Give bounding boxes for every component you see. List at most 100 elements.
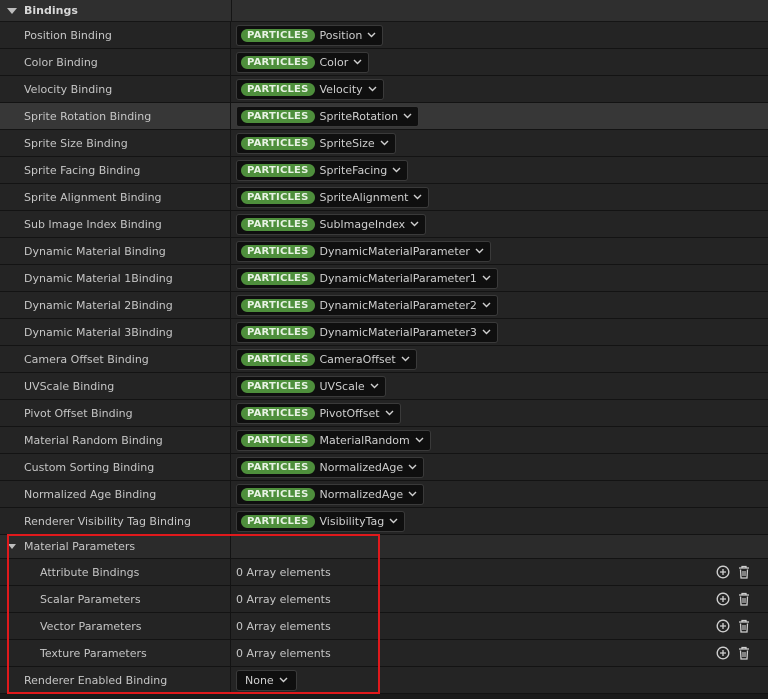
trash-icon[interactable] bbox=[738, 592, 750, 606]
binding-dropdown[interactable]: PARTICLES Velocity bbox=[236, 78, 384, 100]
namespace-badge: PARTICLES bbox=[241, 271, 315, 285]
chevron-down-icon bbox=[370, 383, 379, 389]
triangle-down-icon[interactable] bbox=[0, 544, 24, 549]
binding-label: Dynamic Material Binding bbox=[0, 238, 231, 264]
triangle-down-icon[interactable] bbox=[0, 7, 24, 14]
binding-value: NormalizedAge bbox=[319, 487, 404, 501]
binding-label: Velocity Binding bbox=[0, 76, 231, 102]
renderer-enabled-dropdown[interactable]: None bbox=[236, 669, 297, 691]
namespace-badge: PARTICLES bbox=[241, 433, 315, 447]
array-count: 0 Array elements bbox=[236, 619, 331, 633]
namespace-badge: PARTICLES bbox=[241, 163, 315, 177]
binding-row: Sprite Facing Binding PARTICLES SpriteFaci… bbox=[0, 157, 768, 184]
plus-circle-icon[interactable] bbox=[716, 592, 730, 606]
plus-circle-icon[interactable] bbox=[716, 619, 730, 633]
chevron-down-icon bbox=[482, 329, 491, 335]
namespace-badge: PARTICLES bbox=[241, 406, 315, 420]
binding-label: Normalized Age Binding bbox=[0, 481, 231, 507]
plus-circle-icon[interactable] bbox=[716, 565, 730, 579]
binding-dropdown[interactable]: PARTICLES VisibilityTag bbox=[236, 510, 406, 532]
array-count: 0 Array elements bbox=[236, 565, 331, 579]
binding-value: DynamicMaterialParameter bbox=[319, 244, 470, 258]
binding-label: Sprite Rotation Binding bbox=[0, 103, 231, 129]
binding-dropdown[interactable]: PARTICLES SubImageIndex bbox=[236, 213, 427, 235]
binding-row: Velocity Binding PARTICLES Velocity bbox=[0, 76, 768, 103]
namespace-badge: PARTICLES bbox=[241, 460, 315, 474]
chevron-down-icon bbox=[408, 491, 417, 497]
binding-value: Velocity bbox=[319, 82, 363, 96]
material-parameters-header[interactable]: Material Parameters bbox=[0, 535, 768, 559]
namespace-badge: PARTICLES bbox=[241, 82, 315, 96]
binding-rows: Position Binding PARTICLES Position Color B… bbox=[0, 22, 768, 535]
array-count: 0 Array elements bbox=[236, 592, 331, 606]
binding-dropdown[interactable]: PARTICLES CameraOffset bbox=[236, 348, 417, 370]
binding-label: Position Binding bbox=[0, 22, 231, 48]
binding-row: Sprite Rotation Binding PARTICLES SpriteRo… bbox=[0, 103, 768, 130]
binding-value: SpriteAlignment bbox=[319, 190, 409, 204]
trash-icon[interactable] bbox=[738, 646, 750, 660]
chevron-down-icon bbox=[482, 275, 491, 281]
binding-dropdown[interactable]: PARTICLES DynamicMaterialParameter3 bbox=[236, 321, 498, 343]
binding-dropdown[interactable]: PARTICLES Color bbox=[236, 51, 370, 73]
trash-icon[interactable] bbox=[738, 565, 750, 579]
binding-label: Sprite Alignment Binding bbox=[0, 184, 231, 210]
material-parameters-label: Material Parameters bbox=[24, 540, 136, 553]
binding-dropdown[interactable]: PARTICLES SpriteAlignment bbox=[236, 186, 430, 208]
chevron-down-icon bbox=[401, 356, 410, 362]
namespace-badge: PARTICLES bbox=[241, 136, 315, 150]
chevron-down-icon bbox=[279, 677, 288, 683]
material-parameter-row: Attribute Bindings 0 Array elements bbox=[0, 559, 768, 586]
material-parameter-row: Texture Parameters 0 Array elements bbox=[0, 640, 768, 667]
binding-dropdown[interactable]: PARTICLES DynamicMaterialParameter1 bbox=[236, 267, 498, 289]
binding-label: Dynamic Material 3Binding bbox=[0, 319, 231, 345]
chevron-down-icon bbox=[380, 140, 389, 146]
binding-value: MaterialRandom bbox=[319, 433, 410, 447]
binding-value: SubImageIndex bbox=[319, 217, 406, 231]
chevron-down-icon bbox=[408, 464, 417, 470]
chevron-down-icon bbox=[403, 113, 412, 119]
binding-dropdown[interactable]: PARTICLES DynamicMaterialParameter2 bbox=[236, 294, 498, 316]
binding-value: VisibilityTag bbox=[319, 514, 385, 528]
chevron-down-icon bbox=[413, 194, 422, 200]
binding-value: SpriteRotation bbox=[319, 109, 399, 123]
binding-row: Sprite Alignment Binding PARTICLES SpriteA… bbox=[0, 184, 768, 211]
binding-dropdown[interactable]: PARTICLES DynamicMaterialParameter bbox=[236, 240, 491, 262]
namespace-badge: PARTICLES bbox=[241, 244, 315, 258]
namespace-badge: PARTICLES bbox=[241, 109, 315, 123]
namespace-badge: PARTICLES bbox=[241, 514, 315, 528]
material-parameter-label: Attribute Bindings bbox=[0, 559, 231, 585]
binding-label: Color Binding bbox=[0, 49, 231, 75]
material-parameter-rows: Attribute Bindings 0 Array elements Scalar… bbox=[0, 559, 768, 667]
trash-icon[interactable] bbox=[738, 619, 750, 633]
material-parameter-label: Texture Parameters bbox=[0, 640, 231, 666]
material-parameter-label: Scalar Parameters bbox=[0, 586, 231, 612]
binding-row: Sub Image Index Binding PARTICLES SubImage… bbox=[0, 211, 768, 238]
binding-dropdown[interactable]: PARTICLES UVScale bbox=[236, 375, 386, 397]
plus-circle-icon[interactable] bbox=[716, 646, 730, 660]
binding-dropdown[interactable]: PARTICLES MaterialRandom bbox=[236, 429, 431, 451]
binding-dropdown[interactable]: PARTICLES NormalizedAge bbox=[236, 456, 425, 478]
material-parameter-row: Vector Parameters 0 Array elements bbox=[0, 613, 768, 640]
chevron-down-icon bbox=[389, 518, 398, 524]
binding-dropdown[interactable]: PARTICLES SpriteFacing bbox=[236, 159, 409, 181]
binding-label: Sprite Size Binding bbox=[0, 130, 231, 156]
binding-value: NormalizedAge bbox=[319, 460, 404, 474]
binding-dropdown[interactable]: PARTICLES NormalizedAge bbox=[236, 483, 425, 505]
binding-dropdown[interactable]: PARTICLES PivotOffset bbox=[236, 402, 401, 424]
binding-dropdown[interactable]: PARTICLES SpriteRotation bbox=[236, 105, 420, 127]
binding-row: Dynamic Material 1Binding PARTICLES Dynami… bbox=[0, 265, 768, 292]
binding-label: Renderer Visibility Tag Binding bbox=[0, 508, 231, 534]
binding-label: Material Random Binding bbox=[0, 427, 231, 453]
binding-dropdown[interactable]: PARTICLES SpriteSize bbox=[236, 132, 396, 154]
material-parameter-row: Scalar Parameters 0 Array elements bbox=[0, 586, 768, 613]
binding-label: Pivot Offset Binding bbox=[0, 400, 231, 426]
binding-value: SpriteSize bbox=[319, 136, 375, 150]
array-count: 0 Array elements bbox=[236, 646, 331, 660]
binding-dropdown[interactable]: PARTICLES Position bbox=[236, 24, 384, 46]
binding-label: Dynamic Material 2Binding bbox=[0, 292, 231, 318]
bindings-section-header[interactable]: Bindings bbox=[0, 0, 768, 22]
renderer-enabled-value: None bbox=[245, 673, 274, 687]
material-parameter-label: Vector Parameters bbox=[0, 613, 231, 639]
binding-value: SpriteFacing bbox=[319, 163, 388, 177]
namespace-badge: PARTICLES bbox=[241, 352, 315, 366]
